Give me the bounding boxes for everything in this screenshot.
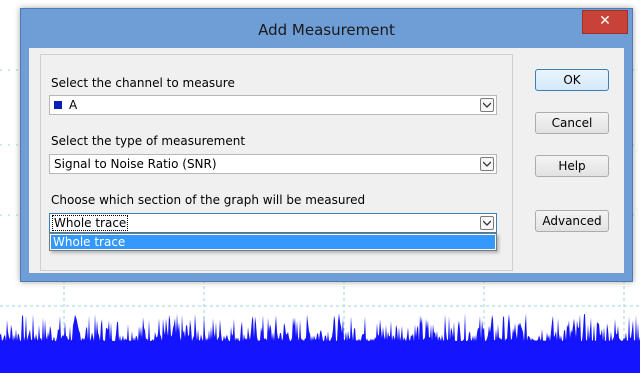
close-button[interactable]: ✕ <box>582 10 628 34</box>
cancel-button[interactable]: Cancel <box>535 112 609 134</box>
channel-value: A <box>69 98 78 112</box>
chevron-down-icon[interactable] <box>480 157 494 171</box>
section-select[interactable]: Whole trace <box>49 213 497 233</box>
channel-select[interactable]: A <box>49 95 497 115</box>
chevron-down-icon[interactable] <box>480 216 494 230</box>
dialog-body: Select the channel to measure A Select t… <box>29 48 624 273</box>
section-option-whole-trace[interactable]: Whole trace <box>51 235 495 249</box>
title-bar[interactable]: Add Measurement ✕ <box>21 9 632 47</box>
dialog-title: Add Measurement <box>258 21 395 39</box>
signal-trace <box>0 313 640 373</box>
ok-button[interactable]: OK <box>535 69 609 91</box>
advanced-button[interactable]: Advanced <box>535 210 609 232</box>
channel-label: Select the channel to measure <box>51 76 235 90</box>
channel-value-wrap: A <box>54 98 77 112</box>
channel-color-swatch <box>54 100 62 109</box>
section-value: Whole trace <box>51 215 129 231</box>
settings-group: Select the channel to measure A Select t… <box>40 54 513 271</box>
chevron-down-icon[interactable] <box>480 98 494 112</box>
measurement-type-select[interactable]: Signal to Noise Ratio (SNR) <box>49 154 497 174</box>
add-measurement-dialog: Add Measurement ✕ Select the channel to … <box>20 8 633 282</box>
measurement-type-value: Signal to Noise Ratio (SNR) <box>54 157 217 171</box>
help-button[interactable]: Help <box>535 155 609 177</box>
section-dropdown-list: Whole trace <box>49 233 497 251</box>
section-label: Choose which section of the graph will b… <box>51 193 366 207</box>
measurement-type-label: Select the type of measurement <box>51 134 246 148</box>
